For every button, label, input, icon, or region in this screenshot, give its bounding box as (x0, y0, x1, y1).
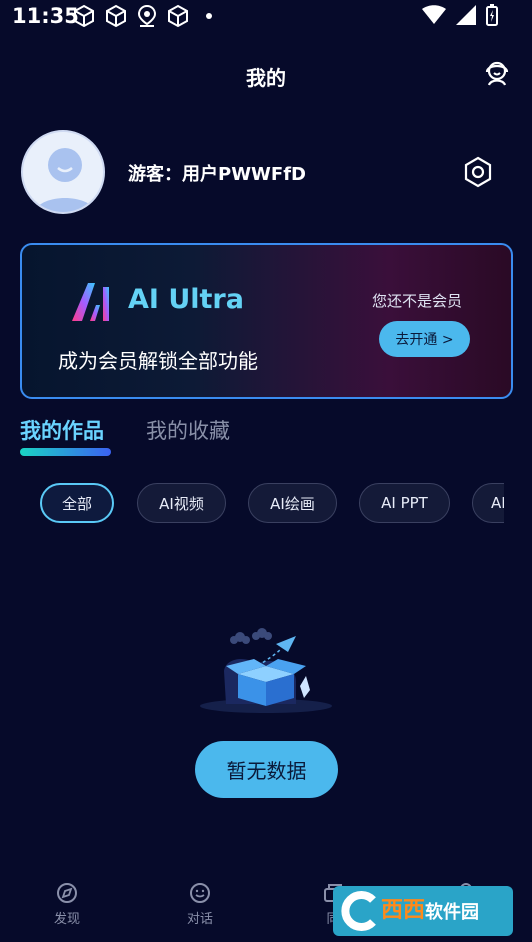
cube-icon (106, 4, 126, 28)
watermark-cn: 西西 (381, 898, 426, 923)
status-notification-icons (72, 4, 212, 28)
banner-subtitle: 成为会员解锁全部功能 (58, 349, 258, 373)
status-time: 11:35 (12, 4, 79, 28)
filter-chips: 全部 AI视频 AI绘画 AI PPT AI (0, 483, 504, 523)
tab-my-favorites[interactable]: 我的收藏 (146, 415, 230, 445)
ai-logo-icon (72, 283, 109, 321)
location-icon (137, 4, 157, 27)
avatar[interactable] (21, 130, 105, 214)
filter-chip-ai-more[interactable]: AI (472, 483, 504, 523)
membership-status: 您还不是会员 (372, 292, 463, 310)
status-bar: 11:35 (0, 0, 532, 34)
customer-service-icon[interactable] (482, 58, 512, 88)
cube-icon (74, 4, 94, 28)
filter-chip-ai-ppt[interactable]: AI PPT (359, 483, 450, 523)
default-user-icon (34, 148, 96, 212)
wifi-icon (422, 5, 446, 24)
nav-label-discover: 发现 (53, 912, 80, 927)
nav-item-discover[interactable]: 发现 (34, 882, 100, 927)
battery-icon (486, 4, 498, 26)
empty-box-illustration-icon (200, 628, 332, 713)
watermark-logo: 西西 软件园 (333, 886, 513, 936)
signal-icon (456, 5, 476, 25)
nav-item-chat[interactable]: 对话 (167, 882, 233, 927)
activate-membership-button[interactable]: 去开通 > (379, 321, 470, 357)
tab-indicator (20, 448, 111, 456)
page-title: 我的 (246, 66, 286, 90)
chat-icon (190, 883, 210, 903)
compass-icon (57, 883, 77, 903)
filter-chip-ai-painting[interactable]: AI绘画 (248, 483, 337, 523)
watermark-c-icon (341, 891, 376, 931)
username: 游客：用户PWWFfD (128, 164, 306, 185)
tab-my-works[interactable]: 我的作品 (20, 415, 104, 445)
membership-banner[interactable]: AI Ultra 成为会员解锁全部功能 您还不是会员 去开通 > (20, 243, 513, 399)
nav-label-chat: 对话 (186, 912, 213, 927)
banner-brand: AI Ultra (128, 284, 244, 315)
status-system-icons (422, 4, 498, 26)
watermark-text: 软件园 (425, 902, 479, 923)
notification-dot-icon (206, 13, 212, 19)
cube-icon (168, 4, 188, 28)
filter-chip-all[interactable]: 全部 (40, 483, 114, 523)
no-data-button[interactable]: 暂无数据 (195, 741, 338, 798)
filter-chip-ai-video[interactable]: AI视频 (137, 483, 226, 523)
settings-icon[interactable] (460, 154, 496, 190)
